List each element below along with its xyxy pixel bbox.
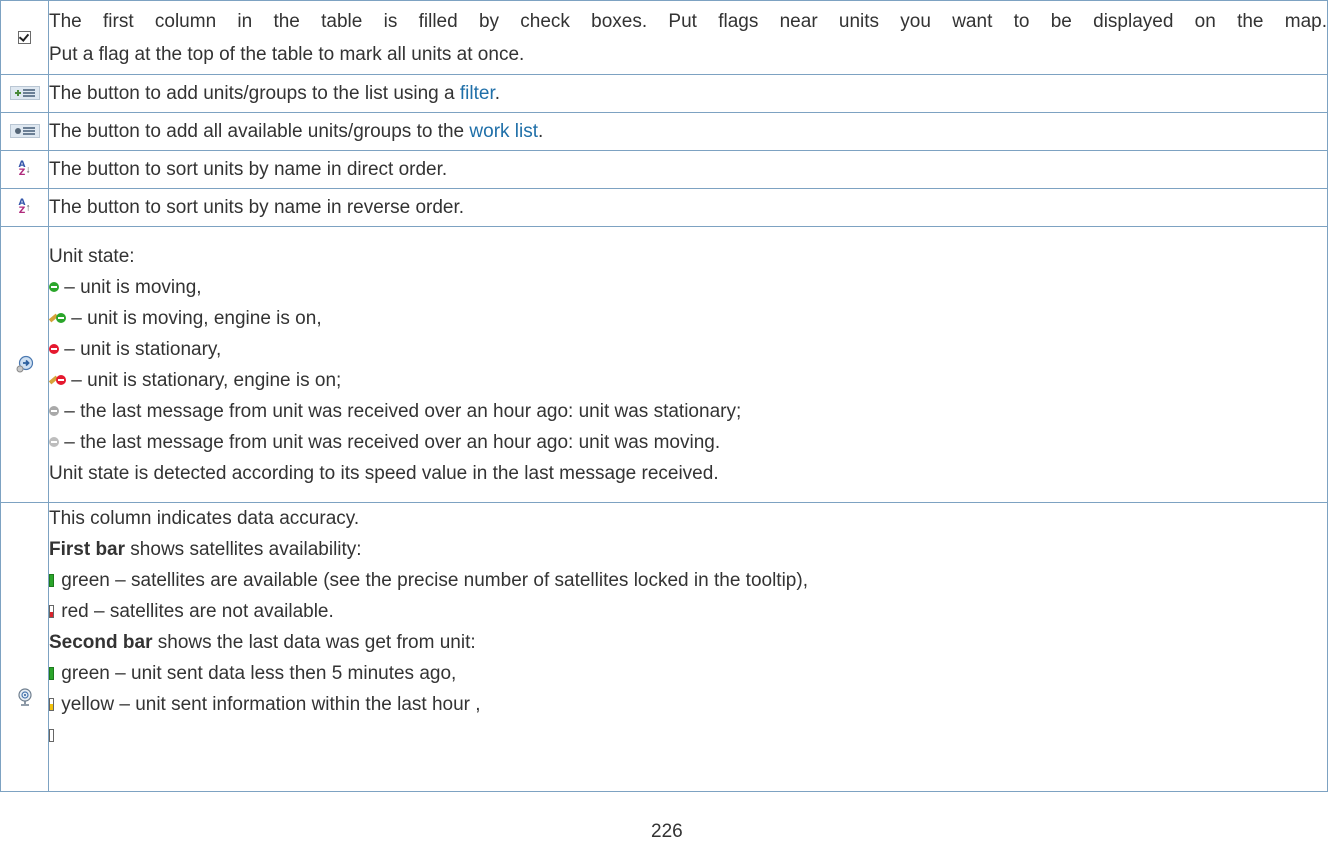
icon-cell xyxy=(0,0,49,75)
list-item: – unit is moving, xyxy=(49,272,1327,303)
list-item-text: – the last message from unit was receive… xyxy=(64,400,742,422)
work-list-link[interactable]: work list xyxy=(469,121,538,142)
list-item: green – satellites are available (see th… xyxy=(49,565,1327,596)
section-heading: Unit state: xyxy=(49,245,135,267)
stationary-icon xyxy=(49,344,59,355)
icon-cell xyxy=(0,226,49,503)
table-row: Unit state: – unit is moving, – unit is … xyxy=(0,226,1328,503)
table-row: The button to add all available units/gr… xyxy=(0,112,1328,151)
icon-cell xyxy=(0,74,49,113)
table-row: The first column in the table is filled … xyxy=(0,0,1328,75)
list-item: – unit is moving, engine is on, xyxy=(48,303,1327,334)
punctuation: . xyxy=(494,82,501,104)
description-text: The button to add all available units/gr… xyxy=(49,120,465,142)
list-item: – unit is stationary, xyxy=(49,334,1327,365)
list-item: – the last message from unit was receive… xyxy=(49,396,1327,427)
description-text: The button to add units/groups to the li… xyxy=(49,82,455,104)
list-item: – the last message from unit was receive… xyxy=(49,427,1327,458)
icon-cell xyxy=(0,112,49,151)
stationary-engine-on-icon xyxy=(56,375,66,386)
green-bar-icon xyxy=(49,574,54,588)
list-item-text: red – satellites are not available. xyxy=(61,601,334,622)
section-heading: This column indicates data accuracy. xyxy=(49,508,360,529)
yellow-bar-icon xyxy=(49,698,54,712)
red-bar-icon xyxy=(49,605,54,619)
table-row: The button to add units/groups to the li… xyxy=(0,74,1328,113)
unit-state-icon xyxy=(16,356,33,373)
list-item-text: green – unit sent data less then 5 minut… xyxy=(61,663,457,684)
page-number: 226 xyxy=(651,821,683,842)
table-row: This column indicates data accuracy. Fir… xyxy=(0,502,1328,792)
empty-bar-icon xyxy=(49,729,54,743)
icon-cell: A Z ↑ xyxy=(0,188,49,227)
table-row: A Z ↓ The button to sort units by name in … xyxy=(0,150,1328,189)
sub-heading: Second bar shows the last data was get f… xyxy=(49,627,1327,658)
description-cell: Unit state: – unit is moving, – unit is … xyxy=(48,226,1328,503)
description-cell: The button to add all available units/gr… xyxy=(48,112,1328,151)
description-cell: The first column in the table is filled … xyxy=(48,0,1328,75)
list-item-text: – unit is stationary, xyxy=(64,338,222,360)
description-text: The button to sort units by name in dire… xyxy=(49,158,448,180)
icon-cell xyxy=(0,502,49,792)
bold-term: First bar xyxy=(49,539,126,560)
description-cell: The button to sort units by name in reve… xyxy=(48,188,1328,227)
list-item: red – satellites are not available. xyxy=(49,596,1327,627)
icon-cell: A Z ↓ xyxy=(0,150,49,189)
sub-heading-text: shows the last data was get from unit: xyxy=(152,632,476,653)
add-all-icon xyxy=(9,124,40,139)
list-item: yellow – unit sent information within th… xyxy=(49,689,1327,720)
documentation-table: The first column in the table is filled … xyxy=(0,0,1328,792)
description-cell: The button to sort units by name in dire… xyxy=(48,150,1328,189)
description-cell: This column indicates data accuracy. Fir… xyxy=(48,502,1328,792)
filter-link[interactable]: filter xyxy=(460,83,495,104)
satellite-dish-icon xyxy=(17,688,32,706)
list-item-text: – unit is moving, xyxy=(64,276,202,298)
add-by-filter-icon xyxy=(9,86,40,101)
moving-engine-on-icon xyxy=(56,313,66,324)
checkbox-checked-icon xyxy=(18,30,31,44)
list-item xyxy=(49,720,1327,751)
sub-heading: First bar shows satellites availability: xyxy=(49,534,1327,565)
paragraph-line: Put a flag at the top of the table to ma… xyxy=(49,43,525,65)
list-item-text: – unit is stationary, engine is on; xyxy=(71,369,342,391)
old-message-stationary-icon xyxy=(49,406,59,417)
list-item: – unit is stationary, engine is on; xyxy=(48,365,1327,396)
sub-heading-text: shows satellites availability: xyxy=(125,539,362,560)
punctuation: . xyxy=(538,120,544,142)
list-item-text: – the last message from unit was receive… xyxy=(64,431,721,453)
description-text: The button to sort units by name in reve… xyxy=(49,196,465,218)
paragraph-line: The first column in the table is filled … xyxy=(49,10,1327,32)
old-message-moving-icon xyxy=(49,437,59,448)
bold-term: Second bar xyxy=(49,632,153,653)
list-item: green – unit sent data less then 5 minut… xyxy=(49,658,1327,689)
list-item-text: green – satellites are available (see th… xyxy=(61,570,808,591)
section-note: Unit state is detected according to its … xyxy=(49,462,719,484)
green-bar-icon xyxy=(49,667,54,681)
table-row: A Z ↑ The button to sort units by name in … xyxy=(0,188,1328,227)
list-item-text: – unit is moving, engine is on, xyxy=(71,307,322,329)
description-cell: The button to add units/groups to the li… xyxy=(48,74,1328,113)
list-item-text: yellow – unit sent information within th… xyxy=(61,694,481,715)
moving-icon xyxy=(49,282,59,293)
